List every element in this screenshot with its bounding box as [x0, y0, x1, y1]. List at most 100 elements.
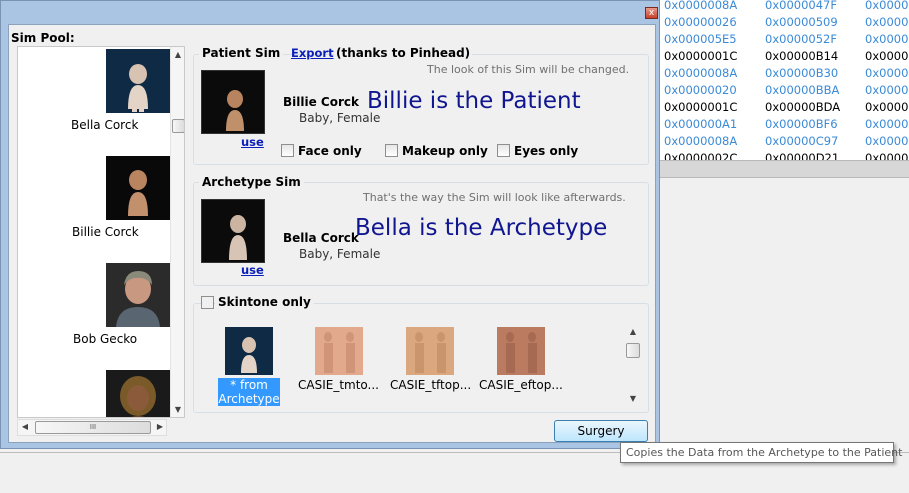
eyes-only-label: Eyes only	[514, 144, 579, 158]
scroll-up-arrow-icon[interactable]: ▲	[171, 50, 184, 59]
patient-sim-title-text: Patient Sim	[202, 46, 281, 60]
background-grid-row: 0x0000001C 0x00000BDA 0x00000	[660, 99, 909, 116]
hscroll-thumb[interactable]: III	[35, 421, 151, 434]
background-grid-row: 0x000000A1 0x00000BF6 0x00000	[660, 116, 909, 133]
background-grid-cell: 0x0000001C	[664, 100, 738, 114]
archetype-annotation: Bella is the Archetype	[355, 215, 608, 241]
background-grid-cell: 0x00000B30	[765, 66, 839, 80]
sim-pool-list[interactable]: Bella Corck Billie Corck Bob Gecko ▲ ▼	[17, 46, 185, 418]
background-grid-row: 0x0000001C 0x00000B14 0x00000	[660, 48, 909, 65]
baby-portrait-icon	[202, 71, 264, 133]
archetype-hint: That's the way the Sim will look like af…	[363, 191, 626, 204]
background-grid-scrollbar-band	[660, 160, 909, 178]
skin-tftop-label[interactable]: CASIE_tftop...	[390, 378, 471, 392]
background-grid-cell: 0x00000	[865, 151, 909, 160]
skin-archetype-label-line2: Archetype	[218, 392, 280, 406]
patient-sim-title: Patient Sim	[199, 46, 284, 60]
sim-pool-label: Sim Pool:	[11, 31, 75, 45]
eyes-only-checkbox[interactable]	[497, 144, 510, 157]
skin-tmto-thumb-icon[interactable]	[315, 327, 363, 375]
background-grid-row: 0x0000008A 0x0000047F 0x00000	[660, 0, 909, 14]
sim-name: Bella Corck	[71, 118, 139, 132]
scroll-thumb[interactable]	[172, 119, 184, 133]
background-grid-cell: 0x0000002C	[664, 151, 738, 160]
background-grid-cell: 0x00000C97	[765, 134, 839, 148]
adult-female-portrait-icon	[106, 370, 170, 417]
close-icon[interactable]: x	[645, 7, 658, 19]
background-grid-cell: 0x00000D21	[765, 151, 840, 160]
skintone-only-checkbox[interactable]	[201, 296, 214, 309]
background-grid-cell: 0x00000509	[765, 15, 838, 29]
background-grid-cell: 0x0000008A	[664, 134, 738, 148]
face-only-label: Face only	[298, 144, 362, 158]
scroll-thumb[interactable]	[626, 343, 640, 358]
background-grid-cell: 0x00000	[865, 134, 909, 148]
background-grid-cell: 0x00000	[865, 83, 909, 97]
baby-portrait-icon	[202, 200, 264, 262]
skin-tmto-label[interactable]: CASIE_tmto...	[298, 378, 379, 392]
background-grid-row: 0x0000002C 0x00000D21 0x00000	[660, 150, 909, 160]
background-grid-cell: 0x000000A1	[664, 117, 738, 131]
patient-annotation: Billie is the Patient	[367, 88, 581, 114]
baby-portrait-icon	[106, 49, 170, 113]
patient-portrait	[201, 70, 265, 134]
background-grid-cell: 0x00000	[865, 15, 909, 29]
scroll-down-arrow-icon[interactable]: ▼	[171, 405, 184, 414]
background-grid-cell: 0x00000	[865, 100, 909, 114]
skin-archetype-label-line1: * from	[230, 378, 268, 392]
archetype-desc: Baby, Female	[299, 247, 381, 261]
scroll-down-arrow-icon[interactable]: ▼	[626, 394, 640, 403]
skin-archetype-thumb-icon[interactable]	[225, 327, 273, 375]
skin-eftop-thumb-icon[interactable]	[497, 327, 545, 375]
archetype-portrait	[201, 199, 265, 263]
patient-use-link[interactable]: use	[241, 135, 264, 149]
background-grid-cell: 0x0000052F	[765, 32, 837, 46]
sim-name: Billie Corck	[72, 225, 139, 239]
background-grid-row: 0x0000008A 0x00000B30 0x00000	[660, 65, 909, 82]
background-grid-cell: 0x00000	[865, 117, 909, 131]
background-grid-cell: 0x0000008A	[664, 0, 738, 12]
background-grid-row: 0x00000020 0x00000BBA 0x00000	[660, 82, 909, 99]
adult-male-portrait-icon	[106, 263, 170, 327]
skintone-only-label: Skintone only	[215, 295, 314, 309]
surgery-button[interactable]: Surgery	[554, 420, 648, 442]
export-link[interactable]: Export	[291, 46, 334, 60]
patient-hint: The look of this Sim will be changed.	[427, 63, 630, 76]
background-grid-cell: 0x00000	[865, 32, 909, 46]
sim-pool-vscrollbar[interactable]: ▲ ▼	[170, 47, 184, 417]
background-grid-cell: 0x0000001C	[664, 49, 738, 63]
background-grid-cell: 0x00000BBA	[765, 83, 840, 97]
background-grid-row: 0x000005E5 0x0000052F 0x00000	[660, 31, 909, 48]
surgery-tooltip: Copies the Data from the Archetype to th…	[620, 442, 902, 463]
background-grid-row: 0x0000008A 0x00000C97 0x00000	[660, 133, 909, 150]
skintone-vscrollbar[interactable]: ▲ ▼	[625, 324, 641, 406]
makeup-only-checkbox[interactable]	[385, 144, 398, 157]
patient-name: Billie Corck	[283, 95, 359, 109]
baby-portrait-icon	[106, 156, 170, 220]
makeup-only-label: Makeup only	[402, 144, 488, 158]
archetype-name: Bella Corck	[283, 231, 359, 245]
sim-pool-hscrollbar[interactable]: ◀ III ▶	[17, 419, 167, 436]
background-grid-cell: 0x000005E5	[664, 32, 737, 46]
archetype-sim-title: Archetype Sim	[199, 175, 304, 189]
background-grid-cell: 0x00000BDA	[765, 100, 841, 114]
sim-name: Bob Gecko	[73, 332, 138, 346]
skin-archetype-label[interactable]: * from Archetype	[218, 378, 280, 406]
archetype-use-link[interactable]: use	[241, 263, 264, 277]
scroll-left-arrow-icon[interactable]: ◀	[18, 422, 32, 431]
background-grid-cell: 0x00000020	[664, 83, 737, 97]
skin-tftop-thumb-icon[interactable]	[406, 327, 454, 375]
background-grid-cell: 0x00000	[865, 66, 909, 80]
face-only-checkbox[interactable]	[281, 144, 294, 157]
skin-eftop-label[interactable]: CASIE_eftop...	[479, 378, 563, 392]
background-grid-cell: 0x00000BF6	[765, 117, 838, 131]
background-grid-cell: 0x00000026	[664, 15, 737, 29]
background-grid-cell: 0x0000008A	[664, 66, 738, 80]
scroll-right-arrow-icon[interactable]: ▶	[153, 422, 167, 431]
background-grid-cell: 0x00000B14	[765, 49, 839, 63]
export-thanks: (thanks to Pinhead)	[334, 46, 473, 60]
background-data-grid: 0x0000008A0x0000047F0x000000x000000260x0…	[660, 0, 909, 160]
background-grid-cell: 0x00000	[865, 49, 909, 63]
background-grid-row: 0x00000026 0x00000509 0x00000	[660, 14, 909, 31]
scroll-up-arrow-icon[interactable]: ▲	[626, 327, 640, 336]
